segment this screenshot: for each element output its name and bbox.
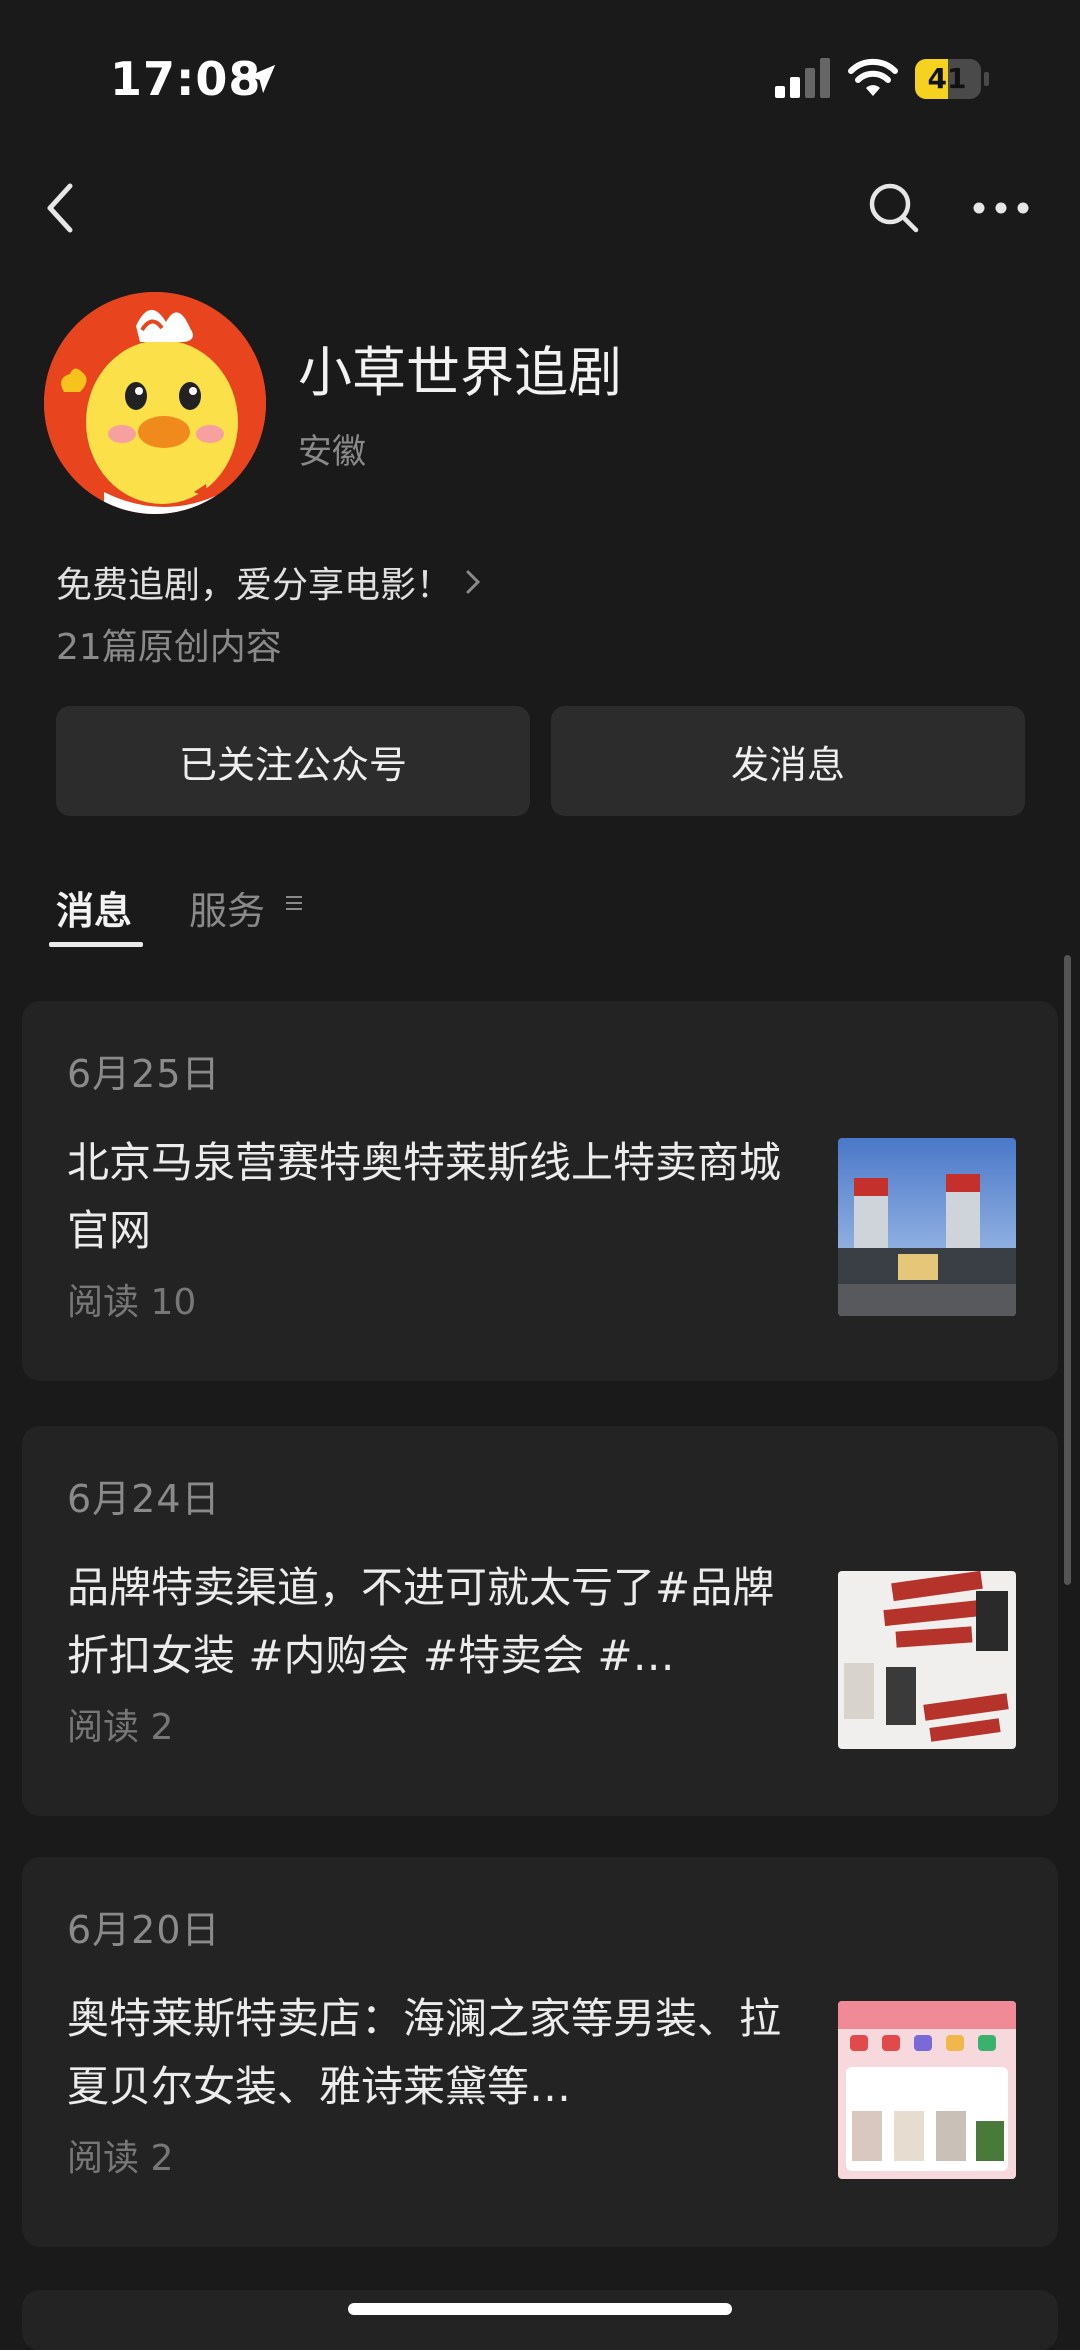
- chick-avatar-image: [44, 292, 266, 514]
- brand-clothing-image: [838, 1571, 1016, 1749]
- message-card[interactable]: 6月24日 品牌特卖渠道，不进可就太亏了#品牌折扣女装 #内购会 #特卖会 #……: [22, 1426, 1058, 1816]
- message-card[interactable]: 6月25日 北京马泉营赛特奥特莱斯线上特卖商城官网 阅读 10: [22, 1001, 1058, 1381]
- followed-account-button[interactable]: 已关注公众号: [56, 706, 530, 816]
- message-reads: 阅读 2: [67, 2138, 174, 2179]
- tab-active-indicator: [49, 942, 143, 947]
- search-icon[interactable]: [866, 180, 922, 236]
- message-thumbnail[interactable]: [838, 1571, 1016, 1749]
- account-description-text: 免费追剧，爱分享电影！: [56, 565, 453, 606]
- article-count: 21篇原创内容: [56, 627, 282, 668]
- message-date: 6月25日: [67, 1052, 221, 1096]
- scrollbar[interactable]: [1064, 955, 1071, 1585]
- message-reads: 阅读 2: [67, 1707, 174, 1748]
- outlet-photo-image: [838, 1138, 1016, 1316]
- message-title[interactable]: 北京马泉营赛特奥特莱斯线上特卖商城官网: [67, 1129, 797, 1265]
- battery-level: 41: [927, 62, 967, 95]
- account-name: 小草世界追剧: [298, 341, 622, 404]
- location-arrow-icon: [246, 64, 276, 94]
- tab-messages[interactable]: 消息: [56, 880, 132, 935]
- battery-icon: 41: [914, 58, 990, 100]
- message-card[interactable]: [22, 2290, 1058, 2350]
- status-time: 17:08: [110, 52, 262, 106]
- message-title[interactable]: 品牌特卖渠道，不进可就太亏了#品牌折扣女装 #内购会 #特卖会 #…: [67, 1554, 797, 1690]
- message-title[interactable]: 奥特莱斯特卖店：海澜之家等男装、拉夏贝尔女装、雅诗莱黛等…: [67, 1985, 797, 2121]
- avatar[interactable]: [44, 292, 266, 514]
- message-date: 6月24日: [67, 1477, 221, 1521]
- message-thumbnail[interactable]: [838, 2001, 1016, 2179]
- account-description[interactable]: 免费追剧，爱分享电影！: [56, 556, 482, 608]
- shopping-app-image: [838, 2001, 1016, 2179]
- chevron-right-icon: [466, 570, 481, 594]
- menu-icon: [286, 896, 302, 910]
- message-reads: 阅读 10: [67, 1282, 197, 1323]
- home-indicator[interactable]: [348, 2303, 732, 2315]
- tab-services[interactable]: 服务: [189, 880, 265, 935]
- message-date: 6月20日: [67, 1908, 221, 1952]
- send-message-button[interactable]: 发消息: [551, 706, 1025, 816]
- back-button[interactable]: [38, 178, 86, 238]
- signal-icon: [775, 58, 830, 98]
- account-region: 安徽: [298, 432, 366, 472]
- message-thumbnail[interactable]: [838, 1138, 1016, 1316]
- more-dots-icon[interactable]: [972, 198, 1030, 218]
- wifi-icon: [848, 58, 898, 96]
- message-card[interactable]: 6月20日 奥特莱斯特卖店：海澜之家等男装、拉夏贝尔女装、雅诗莱黛等… 阅读 2: [22, 1857, 1058, 2247]
